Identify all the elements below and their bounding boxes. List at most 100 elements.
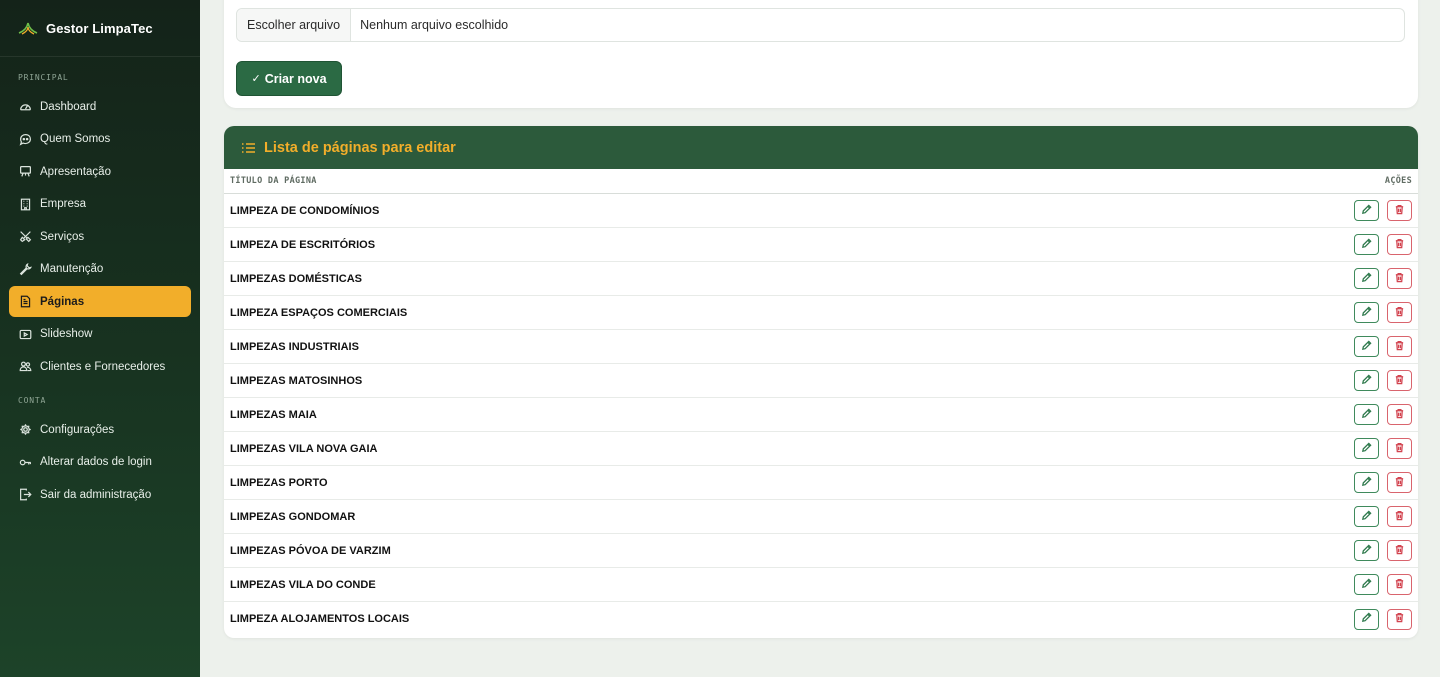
sidebar-item-sair[interactable]: Sair da administração bbox=[9, 479, 191, 510]
table-row: LIMPEZAS GONDOMAR bbox=[224, 500, 1418, 534]
delete-button[interactable] bbox=[1387, 608, 1412, 630]
delete-button[interactable] bbox=[1387, 200, 1412, 221]
row-actions bbox=[1354, 608, 1412, 630]
pencil-icon bbox=[1361, 338, 1372, 356]
table-row: LIMPEZA ESPAÇOS COMERCIAIS bbox=[224, 296, 1418, 330]
leaf-logo-icon bbox=[18, 22, 38, 35]
create-new-button[interactable]: ✓ Criar nova bbox=[236, 61, 342, 96]
sidebar-item-label: Configurações bbox=[40, 423, 115, 436]
gauge-icon bbox=[19, 100, 32, 113]
page-title-cell: LIMPEZA DE CONDOMÍNIOS bbox=[230, 204, 380, 217]
pencil-icon bbox=[1361, 406, 1372, 424]
brand[interactable]: Gestor LimpaTec bbox=[0, 0, 200, 57]
sidebar-item-label: Alterar dados de login bbox=[40, 456, 152, 468]
table-row: LIMPEZAS VILA DO CONDE bbox=[224, 568, 1418, 602]
file-text-icon bbox=[19, 295, 32, 308]
edit-button[interactable] bbox=[1354, 608, 1379, 630]
edit-button[interactable] bbox=[1354, 472, 1379, 493]
delete-button[interactable] bbox=[1387, 404, 1412, 425]
trash-icon bbox=[1394, 406, 1405, 424]
delete-button[interactable] bbox=[1387, 302, 1412, 323]
edit-button[interactable] bbox=[1354, 268, 1379, 289]
delete-button[interactable] bbox=[1387, 472, 1412, 493]
delete-button[interactable] bbox=[1387, 234, 1412, 255]
row-actions bbox=[1354, 574, 1412, 595]
table-row: LIMPEZA DE ESCRITÓRIOS bbox=[224, 228, 1418, 262]
file-input[interactable]: Escolher arquivo Nenhum arquivo escolhid… bbox=[236, 8, 1405, 42]
edit-button[interactable] bbox=[1354, 234, 1379, 255]
sidebar-item-label: Manutenção bbox=[40, 263, 104, 275]
row-actions bbox=[1354, 200, 1412, 221]
chat-quote-icon bbox=[19, 133, 32, 146]
row-actions bbox=[1354, 268, 1412, 289]
table-row: LIMPEZAS PÓVOA DE VARZIM bbox=[224, 534, 1418, 568]
row-actions bbox=[1354, 540, 1412, 561]
delete-button[interactable] bbox=[1387, 268, 1412, 289]
sidebar-item-slideshow[interactable]: Slideshow bbox=[9, 319, 191, 350]
sidebar-item-label: Dashboard bbox=[40, 100, 97, 113]
page-title-cell: LIMPEZAS MATOSINHOS bbox=[230, 374, 363, 387]
page-title-cell: LIMPEZA DE ESCRITÓRIOS bbox=[230, 238, 376, 251]
trash-icon bbox=[1394, 474, 1405, 492]
table-row: LIMPEZA ALOJAMENTOS LOCAIS bbox=[224, 602, 1418, 636]
delete-button[interactable] bbox=[1387, 438, 1412, 459]
sidebar-item-alterar-login[interactable]: Alterar dados de login bbox=[9, 447, 191, 478]
page-title-cell: LIMPEZAS PÓVOA DE VARZIM bbox=[230, 544, 391, 557]
table-header: TÍTULO DA PÁGINA AÇÕES bbox=[224, 169, 1418, 194]
pencil-icon bbox=[1361, 542, 1372, 560]
sidebar-item-label: Clientes e Fornecedores bbox=[40, 360, 166, 373]
key-icon bbox=[19, 456, 32, 469]
row-actions bbox=[1354, 302, 1412, 323]
edit-button[interactable] bbox=[1354, 200, 1379, 221]
delete-button[interactable] bbox=[1387, 506, 1412, 527]
section-label-conta: CONTA bbox=[18, 396, 47, 405]
main-content: Escolher arquivo Nenhum arquivo escolhid… bbox=[200, 0, 1440, 677]
delete-button[interactable] bbox=[1387, 336, 1412, 357]
sidebar-item-label: Serviços bbox=[40, 230, 85, 243]
pencil-icon bbox=[1361, 202, 1372, 220]
trash-icon bbox=[1394, 372, 1405, 390]
sidebar-item-paginas[interactable]: Páginas bbox=[9, 286, 191, 317]
pencil-icon bbox=[1361, 508, 1372, 526]
pencil-icon bbox=[1361, 440, 1372, 458]
sidebar-item-empresa[interactable]: Empresa bbox=[9, 189, 191, 220]
edit-button[interactable] bbox=[1354, 302, 1379, 323]
sidebar-item-configuracoes[interactable]: Configurações bbox=[9, 414, 191, 445]
edit-button[interactable] bbox=[1354, 540, 1379, 561]
trash-icon bbox=[1394, 610, 1405, 628]
delete-button[interactable] bbox=[1387, 540, 1412, 561]
sidebar-item-apresentacao[interactable]: Apresentação bbox=[9, 156, 191, 187]
delete-button[interactable] bbox=[1387, 574, 1412, 595]
slideshow-icon bbox=[19, 328, 32, 341]
delete-button[interactable] bbox=[1387, 370, 1412, 391]
sidebar-item-clientes-fornecedores[interactable]: Clientes e Fornecedores bbox=[9, 351, 191, 382]
edit-button[interactable] bbox=[1354, 506, 1379, 527]
page-title-cell: LIMPEZAS DOMÉSTICAS bbox=[230, 272, 363, 285]
logout-icon bbox=[19, 488, 32, 501]
table-row: LIMPEZAS PORTO bbox=[224, 466, 1418, 500]
sidebar-item-quem-somos[interactable]: Quem Somos bbox=[9, 124, 191, 155]
page-title-cell: LIMPEZA ESPAÇOS COMERCIAIS bbox=[230, 306, 408, 319]
list-icon bbox=[242, 142, 255, 153]
sidebar: Gestor LimpaTec PRINCIPAL Dashboard Quem… bbox=[0, 0, 200, 677]
row-actions bbox=[1354, 506, 1412, 527]
row-actions bbox=[1354, 404, 1412, 425]
people-icon bbox=[19, 360, 32, 373]
edit-button[interactable] bbox=[1354, 574, 1379, 595]
sidebar-item-label: Páginas bbox=[40, 295, 85, 308]
choose-file-button[interactable]: Escolher arquivo bbox=[237, 9, 352, 41]
row-actions bbox=[1354, 336, 1412, 357]
sidebar-item-manutencao[interactable]: Manutenção bbox=[9, 254, 191, 285]
brand-name: Gestor LimpaTec bbox=[46, 20, 153, 36]
edit-button[interactable] bbox=[1354, 404, 1379, 425]
page-title-cell: LIMPEZAS INDUSTRIAIS bbox=[230, 340, 359, 353]
row-actions bbox=[1354, 438, 1412, 459]
edit-button[interactable] bbox=[1354, 370, 1379, 391]
table-row: LIMPEZAS DOMÉSTICAS bbox=[224, 262, 1418, 296]
trash-icon bbox=[1394, 508, 1405, 526]
edit-button[interactable] bbox=[1354, 336, 1379, 357]
sidebar-item-dashboard[interactable]: Dashboard bbox=[9, 91, 191, 122]
sidebar-item-servicos[interactable]: Serviços bbox=[9, 221, 191, 252]
edit-button[interactable] bbox=[1354, 438, 1379, 459]
easel-icon bbox=[19, 165, 32, 178]
